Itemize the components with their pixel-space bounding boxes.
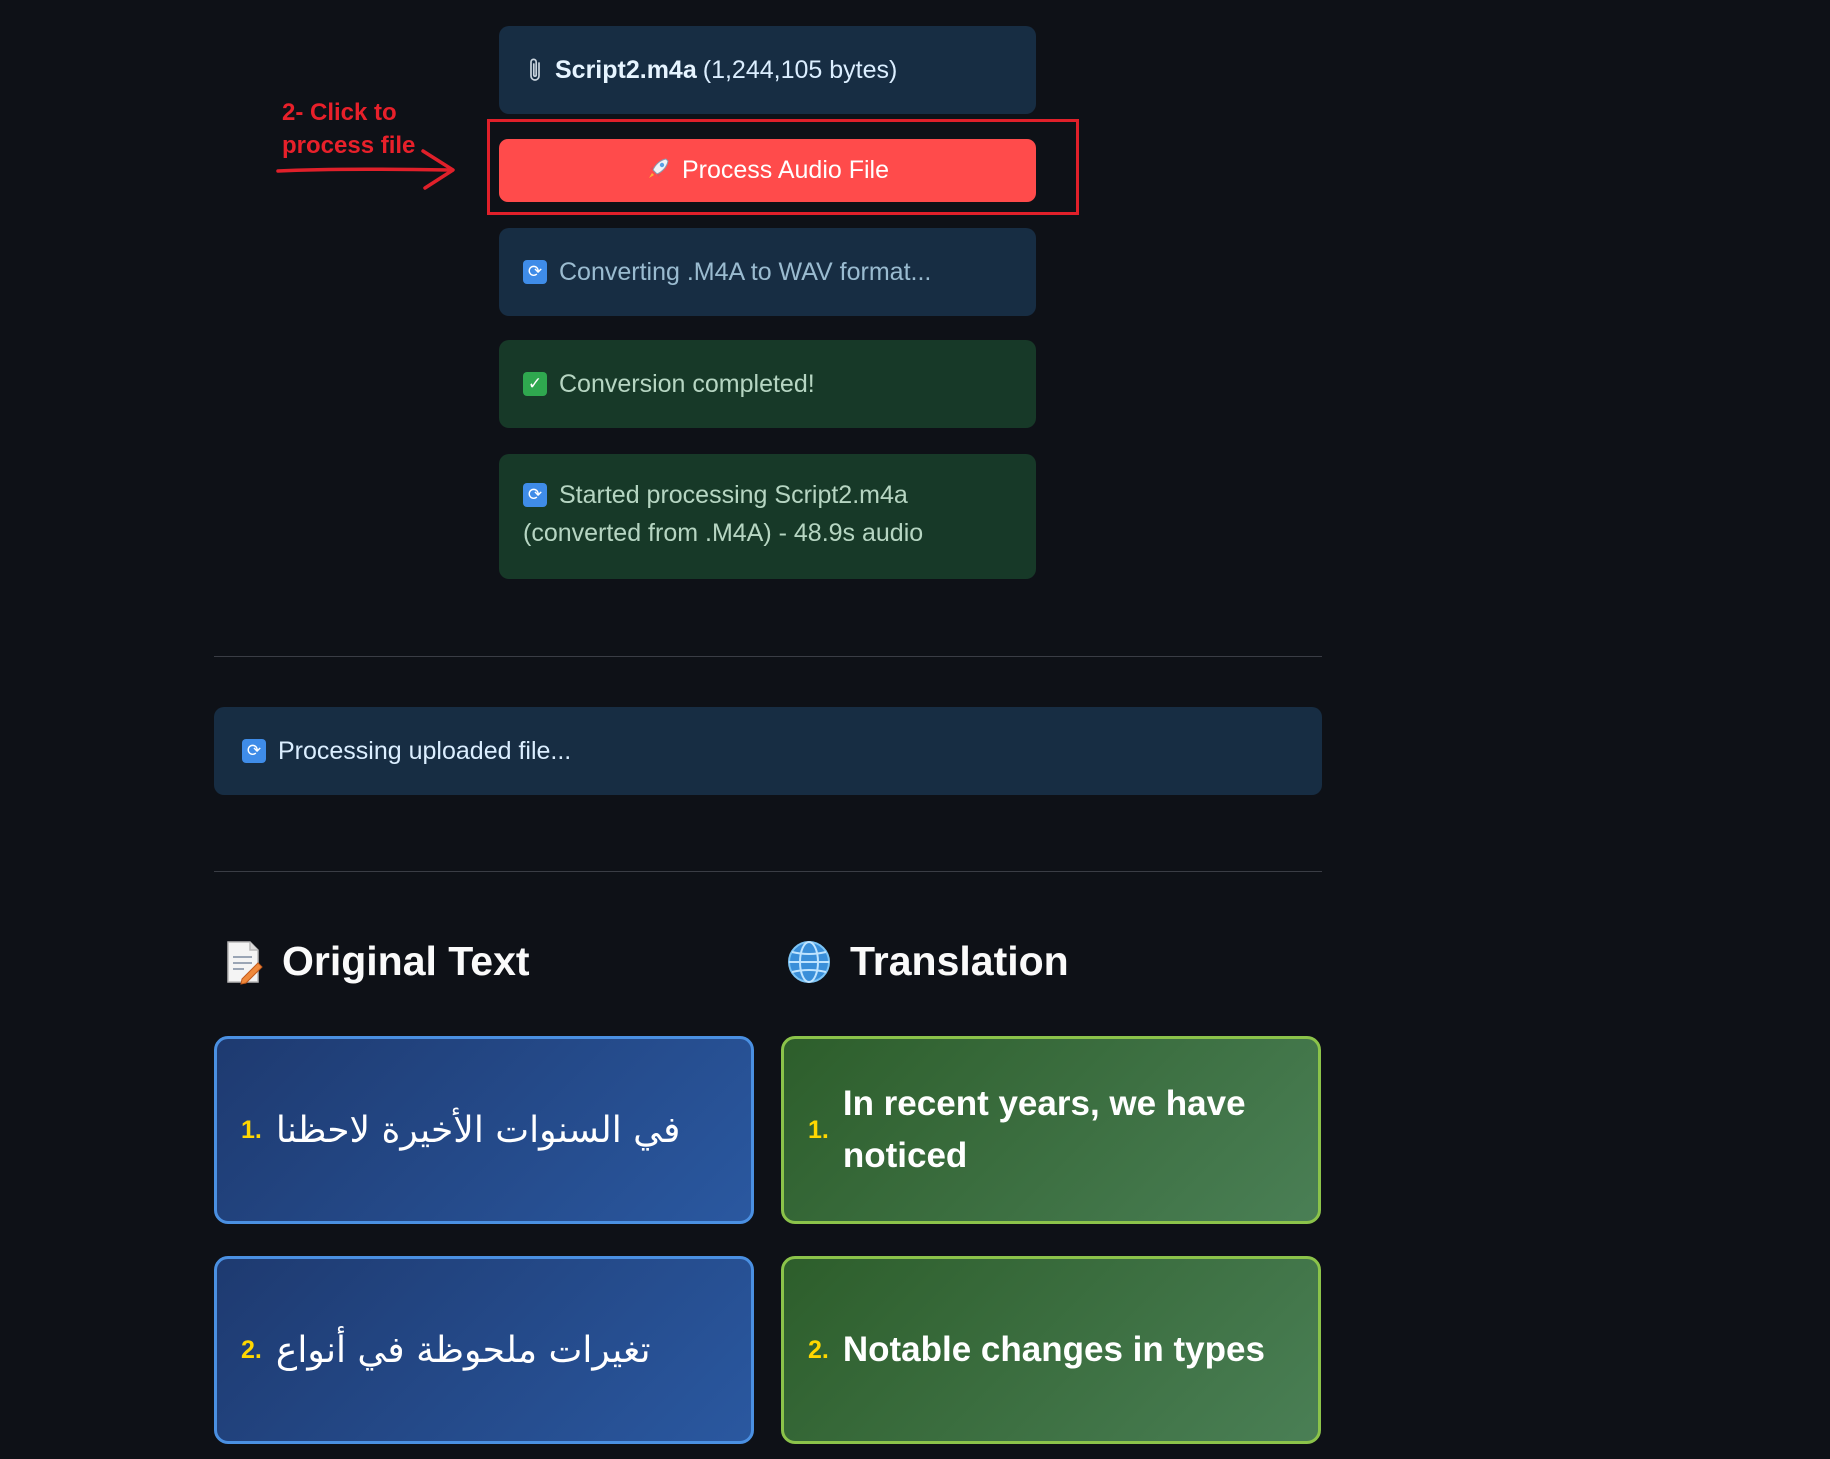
converting-status: ⟳ Converting .M4A to WAV format... — [499, 228, 1036, 316]
refresh-icon: ⟳ — [523, 483, 547, 507]
file-name: Script2.m4a — [555, 56, 697, 84]
segment-number: 2. — [241, 1335, 262, 1364]
processing-text: Processing uploaded file... — [278, 737, 572, 765]
translation-segment-text: Notable changes in types — [842, 1330, 1265, 1369]
translation-segment-card: 1. In recent years, we have noticed — [781, 1036, 1321, 1224]
refresh-icon: ⟳ — [523, 260, 547, 284]
file-size: (1,244,105 bytes) — [702, 56, 898, 84]
rocket-icon — [646, 155, 672, 187]
converting-text: Converting .M4A to WAV format... — [559, 258, 932, 286]
started-text-wrapper: ⟳ Started processing Script2.m4a (conver… — [523, 476, 1012, 552]
original-segment-card: 1. في السنوات الأخيرة لاحظنا — [214, 1036, 754, 1224]
globe-icon — [786, 939, 832, 985]
translation-heading: Translation — [786, 938, 1069, 985]
memo-icon — [224, 939, 264, 985]
started-text: Started processing Script2.m4a (converte… — [523, 481, 924, 547]
original-segment-text: تغيرات ملحوظة في أنواع — [275, 1329, 651, 1371]
segment-number: 2. — [808, 1335, 829, 1364]
uploaded-file-info: Script2.m4a (1,244,105 bytes) — [499, 26, 1036, 114]
segment-number: 1. — [241, 1115, 262, 1144]
translation-segment-card: 2. Notable changes in types — [781, 1256, 1321, 1444]
process-button-label: Process Audio File — [681, 156, 890, 184]
original-segment-card: 2. تغيرات ملحوظة في أنواع — [214, 1256, 754, 1444]
segment-number: 1. — [808, 1115, 829, 1144]
translation-segment-text: In recent years, we have noticed — [842, 1084, 1246, 1175]
annotation-arrow — [276, 149, 455, 190]
started-processing-status: ⟳ Started processing Script2.m4a (conver… — [499, 454, 1036, 579]
completed-text: Conversion completed! — [559, 370, 815, 398]
original-text-title: Original Text — [282, 938, 530, 984]
refresh-icon: ⟳ — [242, 739, 266, 763]
process-audio-button[interactable]: Process Audio File — [499, 139, 1036, 202]
divider — [214, 656, 1322, 657]
paperclip-icon — [527, 57, 545, 83]
processing-status: ⟳ Processing uploaded file... — [214, 707, 1322, 795]
checkmark-icon: ✓ — [523, 372, 547, 396]
conversion-completed-status: ✓ Conversion completed! — [499, 340, 1036, 428]
translation-title: Translation — [850, 938, 1069, 984]
divider — [214, 871, 1322, 872]
original-text-heading: Original Text — [224, 938, 530, 985]
original-segment-text: في السنوات الأخيرة لاحظنا — [275, 1109, 681, 1151]
app-page: Script2.m4a (1,244,105 bytes) 2- Click t… — [0, 0, 1830, 1459]
